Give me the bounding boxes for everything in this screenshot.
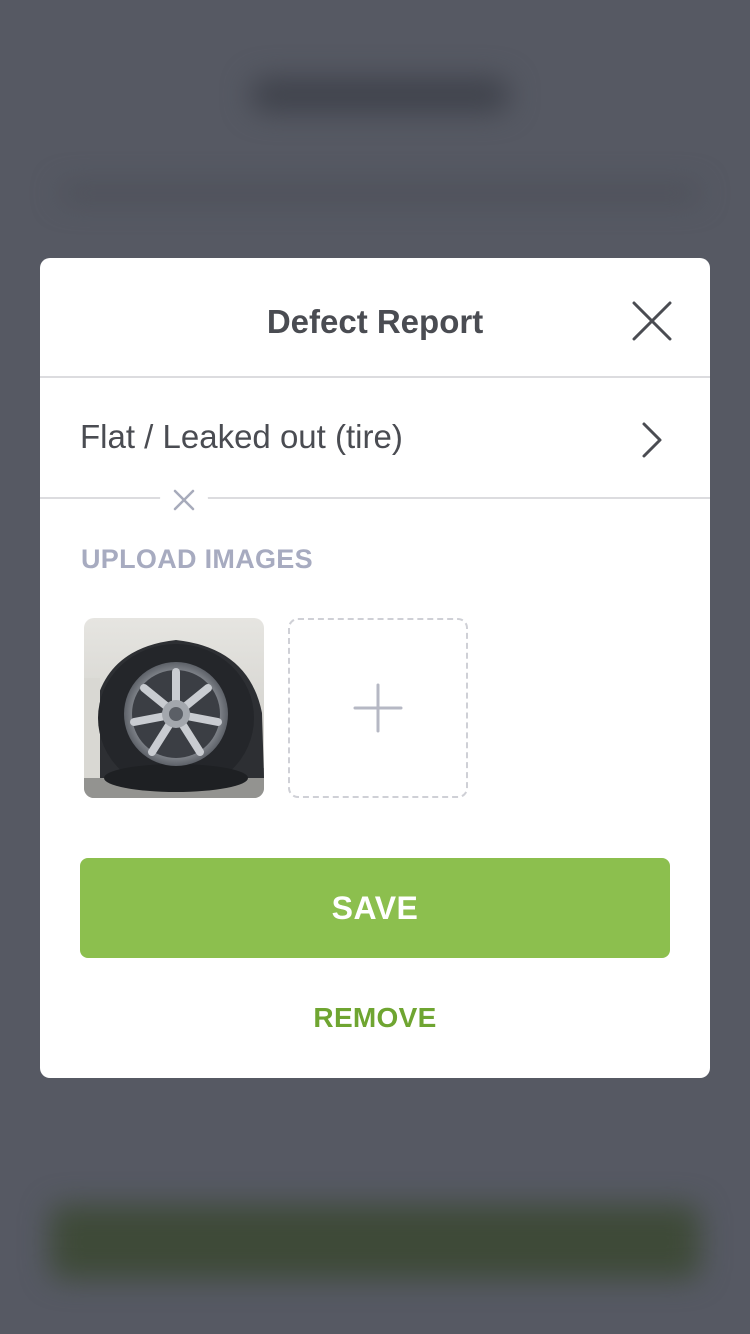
close-button[interactable]	[622, 291, 682, 351]
defect-type-row[interactable]: Flat / Leaked out (tire)	[40, 378, 710, 499]
background-title	[250, 78, 510, 112]
modal-header: Defect Report	[40, 258, 710, 378]
add-image-button[interactable]	[288, 618, 468, 798]
defect-report-modal: Defect Report Flat / Leaked out (tire) U…	[40, 258, 710, 1078]
remove-image-button[interactable]	[160, 476, 208, 524]
remove-button[interactable]: REMOVE	[40, 1000, 710, 1036]
uploaded-image-thumbnail[interactable]	[84, 618, 264, 798]
defect-type-label: Flat / Leaked out (tire)	[80, 418, 403, 455]
close-circle-icon	[161, 477, 207, 523]
close-icon	[632, 301, 672, 341]
save-button[interactable]: SAVE	[80, 858, 670, 958]
tire-photo	[84, 618, 264, 798]
modal-title: Defect Report	[266, 303, 484, 340]
background-content	[60, 185, 700, 201]
background-bottom-bar	[50, 1205, 700, 1279]
plus-icon	[353, 683, 403, 733]
upload-images-label: UPLOAD IMAGES	[81, 544, 313, 574]
chevron-right-icon	[636, 420, 666, 460]
